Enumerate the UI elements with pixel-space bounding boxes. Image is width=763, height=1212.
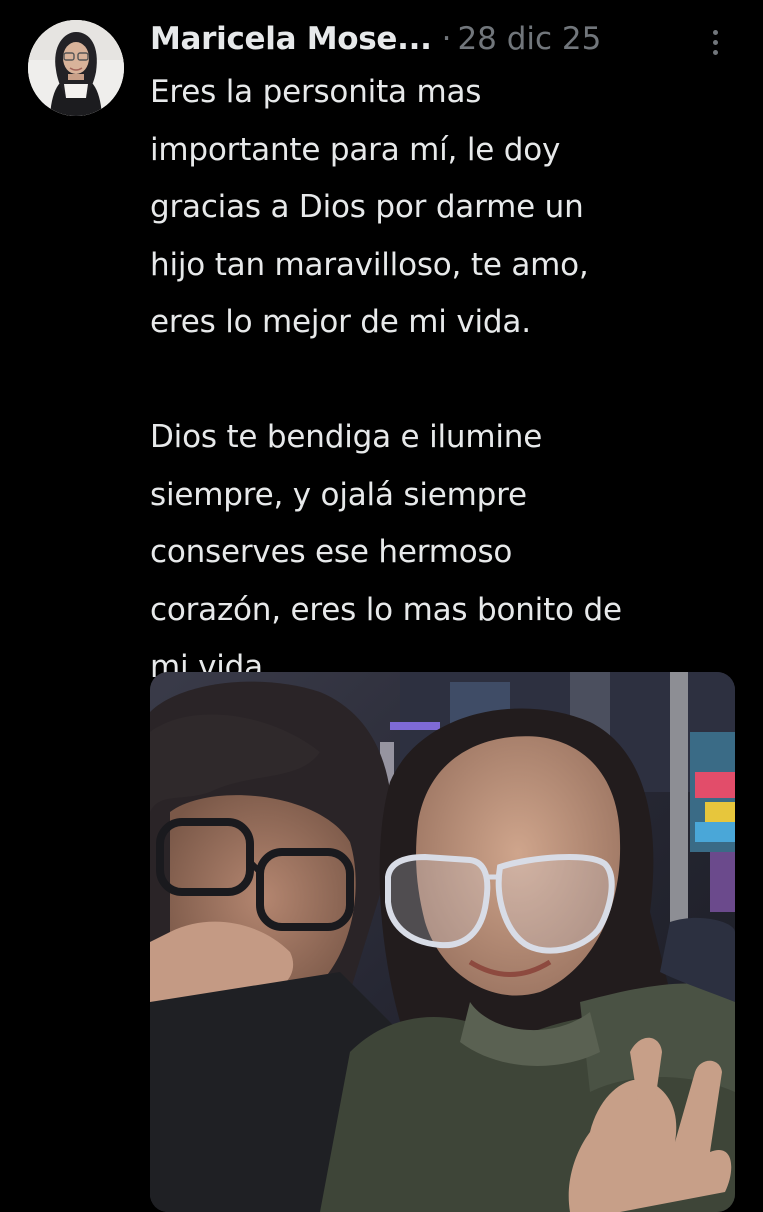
tweet-header: Maricela Mose... · 28 dic 25 — [150, 14, 750, 64]
avatar-photo — [28, 20, 124, 116]
more-vertical-icon-dot-3 — [712, 49, 718, 55]
more-vertical-icon — [712, 29, 718, 35]
selfie-photo — [150, 672, 735, 1212]
more-vertical-icon-dot-2 — [712, 39, 718, 45]
tweet-text-line: corazón, eres lo mas bonito de — [150, 591, 622, 628]
tweet-text-line: Eres la personita mas — [150, 74, 482, 110]
tweet-media-photo[interactable] — [150, 672, 735, 1212]
tweet-timestamp[interactable]: 28 dic 25 — [457, 21, 601, 57]
tweet-text-line: eres lo mejor de mi vida. — [150, 304, 531, 340]
tweet-text-line: Dios te bendiga e ilumine — [150, 419, 543, 455]
more-options-button[interactable] — [703, 24, 727, 60]
tweet-text-line: importante para mí, le doy — [150, 131, 561, 168]
author-name[interactable]: Maricela Mose... — [150, 21, 432, 57]
tweet-text-line: conserves ese hermoso — [150, 534, 513, 570]
author-avatar[interactable] — [28, 20, 124, 116]
tweet-text-line: siempre, y ojalá siempre — [150, 476, 527, 513]
tweet-text: Eres la personita mas importante para mí… — [150, 64, 750, 697]
header-separator: · — [441, 21, 452, 57]
tweet: Maricela Mose... · 28 dic 25 Eres la per… — [0, 0, 763, 1212]
tweet-text-line: hijo tan maravilloso, te amo, — [150, 246, 589, 283]
tweet-text-line: gracias a Dios por darme un — [150, 189, 584, 225]
